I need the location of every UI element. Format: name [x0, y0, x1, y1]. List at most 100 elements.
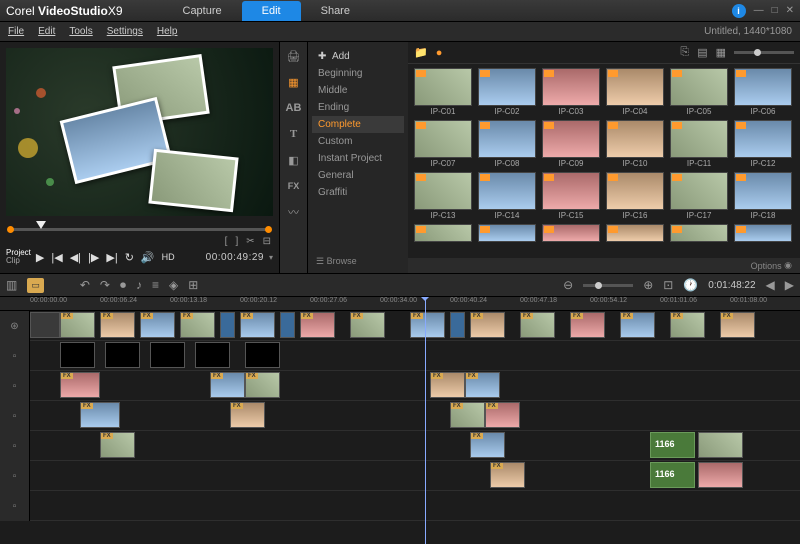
play-button[interactable]: ▶ — [34, 250, 46, 265]
view-grid-icon[interactable]: ▦ — [716, 46, 726, 59]
maximize-button[interactable]: □ — [772, 5, 778, 16]
timeline-clip[interactable] — [245, 342, 280, 368]
track-head-overlay2[interactable]: ▫ — [0, 371, 30, 401]
menu-settings[interactable]: Settings — [107, 26, 143, 37]
overlay-track-2[interactable]: FXFXFXFXFX — [30, 371, 800, 401]
info-icon[interactable]: i — [732, 4, 746, 18]
cat-general[interactable]: General — [312, 167, 404, 184]
overlay-track-5[interactable]: FX1166 — [30, 461, 800, 491]
cat-beginning[interactable]: Beginning — [312, 65, 404, 82]
title-icon[interactable]: T — [285, 126, 303, 142]
timeline-clip[interactable]: FX — [240, 312, 275, 338]
timeline-clip[interactable]: FX — [720, 312, 755, 338]
track-head-overlay3[interactable]: ▫ — [0, 401, 30, 431]
record-icon[interactable]: ⏺ — [120, 278, 126, 293]
template-icon[interactable]: ▦ — [285, 74, 303, 90]
timeline-clip[interactable] — [450, 312, 465, 338]
timeline-clip[interactable] — [280, 312, 295, 338]
preview-screen[interactable] — [6, 48, 273, 216]
track-head-overlay5[interactable]: ▫ — [0, 461, 30, 491]
timeline-clip[interactable] — [150, 342, 185, 368]
timeline-clip[interactable]: FX — [300, 312, 335, 338]
thumb-size-slider[interactable] — [734, 51, 794, 54]
timeline-clip[interactable]: FX — [210, 372, 245, 398]
mark-in-icon[interactable]: [ — [225, 236, 228, 247]
timeline-clip[interactable]: FX — [245, 372, 280, 398]
timeline-clip[interactable]: FX — [100, 432, 135, 458]
timeline-clip[interactable] — [195, 342, 230, 368]
timeline-clip[interactable]: FX — [465, 372, 500, 398]
sort-icon[interactable]: ⎘ — [680, 46, 689, 59]
split-icon[interactable]: ⊟ — [263, 236, 271, 247]
track-manager-icon[interactable]: ⊞ — [188, 278, 198, 292]
undo-button[interactable]: ↶ — [80, 278, 90, 292]
track-head-video[interactable]: ⊛ — [0, 311, 30, 341]
mode-clip[interactable]: Clip — [6, 257, 31, 265]
library-thumb[interactable]: IP-C04 — [606, 68, 664, 116]
next-frame-button[interactable]: ▶| — [104, 250, 119, 265]
storyboard-view-icon[interactable]: ▥ — [6, 278, 17, 292]
prev-frame-button[interactable]: |◀ — [49, 250, 64, 265]
timeline-clip[interactable] — [220, 312, 235, 338]
timeline-clip[interactable]: FX — [470, 432, 505, 458]
overlay-track-1[interactable] — [30, 341, 800, 371]
forward-button[interactable]: |▶ — [86, 250, 101, 265]
timeline-clip[interactable]: FX — [60, 312, 95, 338]
graphic-icon[interactable]: ◧ — [285, 152, 303, 168]
redo-button[interactable]: ↷ — [100, 278, 110, 292]
zoom-out-icon[interactable]: ⊖ — [563, 278, 573, 292]
video-track[interactable]: FXFXFXFXFXFXFXFXFXFXFXFXFXFX — [30, 311, 800, 341]
media-icon[interactable]: 🖨 — [285, 48, 303, 64]
track-head-overlay1[interactable]: ▫ — [0, 341, 30, 371]
timeline-clip[interactable]: FX — [410, 312, 445, 338]
library-thumb[interactable]: IP-C13 — [414, 172, 472, 220]
library-thumb[interactable]: IP-C08 — [478, 120, 536, 168]
track-head-overlay4[interactable]: ▫ — [0, 431, 30, 461]
path-icon[interactable]: 〰 — [285, 204, 303, 220]
timeline-clip[interactable]: FX — [620, 312, 655, 338]
rewind-button[interactable]: ◀| — [68, 250, 83, 265]
menu-tools[interactable]: Tools — [69, 26, 92, 37]
library-thumb[interactable]: IP-C17 — [670, 172, 728, 220]
preview-scrubber[interactable] — [6, 222, 273, 236]
tab-share[interactable]: Share — [301, 1, 370, 21]
playhead[interactable] — [425, 297, 426, 544]
timeline-clip[interactable]: FX — [450, 402, 485, 428]
library-thumb[interactable] — [606, 224, 664, 242]
options-button[interactable]: Options — [751, 261, 782, 271]
cat-complete[interactable]: Complete — [312, 116, 404, 133]
menu-edit[interactable]: Edit — [38, 26, 55, 37]
library-thumb[interactable]: IP-C12 — [734, 120, 792, 168]
timeline-clip[interactable]: FX — [520, 312, 555, 338]
timeline-clip[interactable]: FX — [60, 372, 100, 398]
marker-icon[interactable]: ◈ — [169, 278, 178, 292]
library-thumb[interactable]: IP-C11 — [670, 120, 728, 168]
library-thumb[interactable]: IP-C14 — [478, 172, 536, 220]
timeline-clip[interactable]: FX — [670, 312, 705, 338]
timeline-clip[interactable]: FX — [490, 462, 525, 488]
menu-help[interactable]: Help — [157, 26, 178, 37]
timeline-clip[interactable]: 1166 — [650, 432, 695, 458]
library-thumb[interactable]: IP-C15 — [542, 172, 600, 220]
library-thumb[interactable]: IP-C16 — [606, 172, 664, 220]
timeline-view-icon[interactable]: ▭ — [27, 278, 44, 293]
tab-capture[interactable]: Capture — [163, 1, 242, 21]
scroll-right-icon[interactable]: ▶ — [785, 278, 794, 292]
cat-instant-project[interactable]: Instant Project — [312, 150, 404, 167]
zoom-slider[interactable] — [583, 284, 633, 287]
timeline-clip[interactable] — [698, 462, 743, 488]
overlay-track-3[interactable]: FXFXFXFX — [30, 401, 800, 431]
mark-out-icon[interactable]: ] — [235, 236, 238, 247]
library-thumb[interactable] — [414, 224, 472, 242]
timeline-clip[interactable]: FX — [350, 312, 385, 338]
filter-icon[interactable]: FX — [285, 178, 303, 194]
fit-icon[interactable]: ⊡ — [663, 278, 673, 292]
favorite-icon[interactable]: ● — [436, 47, 443, 59]
library-thumb[interactable] — [542, 224, 600, 242]
browse-button[interactable]: ☰ Browse — [312, 256, 357, 267]
loop-button[interactable]: ↻ — [123, 250, 136, 265]
timeline-clip[interactable]: FX — [485, 402, 520, 428]
cat-ending[interactable]: Ending — [312, 99, 404, 116]
overlay-track-6[interactable] — [30, 491, 800, 521]
overlay-track-4[interactable]: FX FX 1166 — [30, 431, 800, 461]
